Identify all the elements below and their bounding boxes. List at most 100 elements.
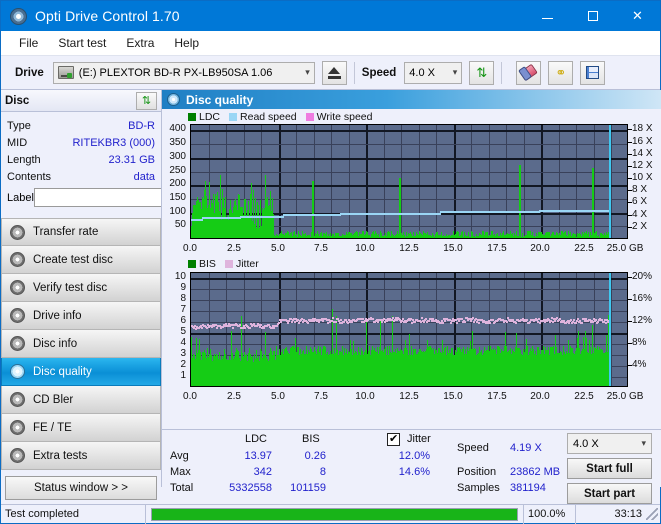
data-point: [470, 320, 472, 322]
start-full-button[interactable]: Start full: [567, 458, 652, 479]
data-point: [515, 322, 517, 324]
axis-tick: [628, 215, 632, 216]
axis-tick-label: 50: [175, 219, 186, 230]
data-point: [263, 327, 265, 329]
axis-tick-label: 250: [169, 165, 186, 176]
axis-tick-label: 8 X: [632, 184, 647, 195]
speed-select[interactable]: 4.0 X ▾: [404, 62, 462, 84]
stats-panel: LDC BIS Jitter Avg 13.97 0.26 12.0% Max …: [162, 429, 661, 487]
close-icon[interactable]: ✕: [615, 1, 660, 31]
data-point: [464, 321, 466, 323]
axis-tick-label: 18 X: [632, 123, 653, 134]
axis-tick-label: 6 X: [632, 196, 647, 207]
disc-refresh-button[interactable]: ⇅: [136, 92, 157, 110]
data-bar: [265, 175, 266, 238]
test-speed-select[interactable]: 4.0 X ▾: [567, 433, 652, 454]
drive-toolbar: Drive (E:) PLEXTOR BD-R PX-LB950SA 1.06 …: [1, 56, 660, 90]
eject-icon: [328, 67, 340, 74]
menu-item-file[interactable]: File: [9, 33, 48, 53]
menu-item-help[interactable]: Help: [164, 33, 209, 53]
data-point: [581, 322, 583, 324]
data-point: [450, 322, 452, 324]
grid-line: [331, 125, 332, 238]
grid-line: [191, 130, 627, 132]
sidebar-item-fe-te[interactable]: FE / TE: [1, 414, 161, 442]
main-header: Disc quality: [162, 90, 661, 109]
sidebar-item-disc-quality[interactable]: Disc quality: [1, 358, 161, 386]
grid-line: [541, 125, 543, 238]
drive-icon: [58, 66, 74, 79]
data-point: [372, 318, 374, 320]
data-bar: [255, 198, 256, 238]
jitter-checkbox[interactable]: [387, 433, 400, 446]
axis-tick-label: 7.5: [314, 391, 328, 402]
grid-line: [191, 311, 627, 312]
refresh-icon: ⇅: [476, 66, 487, 79]
sidebar-item-disc-info[interactable]: Disc info: [1, 330, 161, 358]
axis-tick-label: 12.5: [399, 243, 418, 254]
axis-tick-label: 12.5: [399, 391, 418, 402]
data-bar: [206, 208, 207, 238]
data-bar: [312, 181, 314, 239]
sidebar-item-create-test-disc[interactable]: Create test disc: [1, 246, 161, 274]
axis-tick-label: 16%: [632, 293, 652, 304]
sidebar-item-extra-tests[interactable]: Extra tests: [1, 442, 161, 470]
refresh-button[interactable]: ⇅: [469, 61, 494, 85]
plot-area[interactable]: [190, 124, 628, 239]
axis-tick-label: 15.0: [443, 243, 462, 254]
resize-grip-icon[interactable]: [646, 508, 658, 520]
data-bar: [253, 190, 254, 238]
stats-total-bis: 101159: [274, 482, 326, 494]
data-point: [239, 324, 241, 326]
sidebar-item-verify-test-disc[interactable]: Verify test disc: [1, 274, 161, 302]
eject-button[interactable]: [322, 61, 347, 85]
menu-item-extra[interactable]: Extra: [116, 33, 164, 53]
data-point: [377, 321, 379, 323]
sidebar-item-transfer-rate[interactable]: Transfer rate: [1, 218, 161, 246]
sidebar-item-label: Transfer rate: [33, 226, 98, 238]
erase-button[interactable]: [516, 61, 541, 85]
axis-tick-label: 25.0 GB: [607, 243, 644, 254]
data-point: [575, 322, 577, 324]
sidebar-item-cd-bler[interactable]: CD Bler: [1, 386, 161, 414]
grid-line: [314, 125, 315, 238]
start-part-button[interactable]: Start part: [567, 483, 652, 504]
window-title: Opti Drive Control 1.70: [35, 8, 180, 24]
data-point: [597, 321, 599, 323]
data-point: [307, 322, 309, 324]
keys-button[interactable]: ⚭: [548, 61, 573, 85]
axis-tick-label: 17.5: [487, 391, 506, 402]
drive-select[interactable]: (E:) PLEXTOR BD-R PX-LB950SA 1.06 ▾: [53, 62, 315, 84]
grid-line: [436, 125, 437, 238]
test-speed-value: 4.0 X: [573, 438, 599, 450]
grid-line: [471, 125, 472, 238]
data-point: [280, 321, 282, 323]
save-button[interactable]: [580, 61, 605, 85]
axis-tick-label: 1: [180, 370, 186, 381]
status-window-button[interactable]: Status window > >: [5, 476, 157, 500]
disc-field-mid-label: MID: [7, 137, 69, 149]
disc-info: Type BD-R MID RITEKBR3 (000) Length 23.3…: [1, 112, 161, 212]
menu-bar: File Start test Extra Help: [1, 31, 660, 56]
axis-tick-label: 150: [169, 192, 186, 203]
grid-line: [191, 300, 627, 301]
sidebar-item-drive-info[interactable]: Drive info: [1, 302, 161, 330]
minimize-button[interactable]: [525, 1, 570, 31]
plot-area[interactable]: [190, 272, 628, 387]
axis-tick-label: 12 X: [632, 160, 653, 171]
axis-tick-label: 6: [180, 315, 186, 326]
stats-max-bis: 8: [280, 466, 326, 478]
chevron-down-icon: ▾: [641, 438, 646, 449]
disc-field-contents-label: Contents: [7, 171, 69, 183]
axis-tick-label: 20.0: [530, 243, 549, 254]
data-point: [201, 327, 203, 329]
disc-field-type-value: BD-R: [69, 120, 155, 132]
data-point: [291, 321, 293, 323]
maximize-button[interactable]: [570, 1, 615, 31]
data-bar: [209, 182, 210, 238]
sidebar-item-label: CD Bler: [33, 394, 73, 406]
menu-item-start-test[interactable]: Start test: [48, 33, 116, 53]
main-panel: Disc quality LDCRead speedWrite speed400…: [161, 90, 661, 487]
sidebar-item-label: Extra tests: [33, 450, 87, 462]
legend-swatch: [188, 260, 196, 268]
